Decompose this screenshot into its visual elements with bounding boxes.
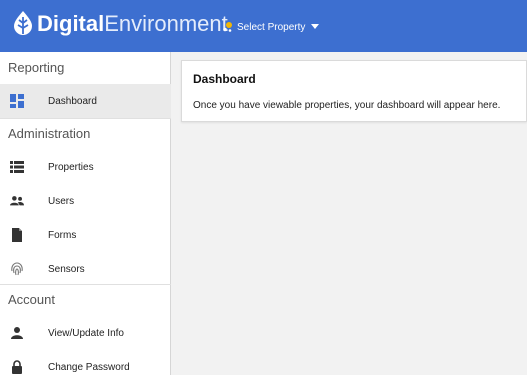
sidebar-item-label: Dashboard [48, 95, 97, 107]
sidebar-item-label: Change Password [48, 361, 130, 373]
sidebar-item-label: Properties [48, 161, 94, 173]
document-icon [12, 228, 22, 242]
section-heading-administration: Administration [8, 126, 91, 141]
sidebar-item-label: Users [48, 195, 75, 207]
section-heading-reporting: Reporting [8, 60, 65, 75]
sidebar-item-properties[interactable]: Properties [0, 150, 171, 184]
leaf-drop-icon[interactable] [12, 10, 34, 36]
sidebar-item-dashboard[interactable]: Dashboard [0, 84, 171, 118]
sidebar-item-sensors[interactable]: Sensors [0, 252, 171, 286]
sidebar-item-label: Forms [48, 229, 77, 241]
list-icon [10, 161, 24, 173]
app-brand[interactable]: DigitalEnvironment [37, 9, 228, 39]
select-property-dropdown[interactable]: Select Property [222, 19, 320, 35]
sidebar: Reporting Dashboard Administration Prope… [0, 52, 171, 375]
users-icon [10, 196, 24, 206]
section-heading-account: Account [8, 292, 55, 307]
person-icon [11, 327, 23, 339]
top-navbar: DigitalEnvironment Select Property [0, 0, 527, 52]
sidebar-item-label: Sensors [48, 263, 85, 275]
select-property-label: Select Property [237, 21, 306, 33]
chevron-down-icon [311, 24, 320, 29]
page-title: Dashboard [193, 72, 256, 86]
sidebar-item-view-update-info[interactable]: View/Update Info [0, 316, 171, 350]
sidebar-item-users[interactable]: Users [0, 184, 171, 218]
empty-state-message: Once you have viewable properties, your … [193, 100, 501, 111]
dashboard-icon [10, 94, 24, 108]
brand-bold-text: Digital [37, 11, 105, 36]
dashboard-card: Dashboard Once you have viewable propert… [181, 60, 527, 122]
property-pin-icon [223, 22, 232, 32]
sidebar-item-label: View/Update Info [48, 327, 124, 339]
sidebar-item-forms[interactable]: Forms [0, 218, 171, 252]
lock-icon [12, 360, 22, 374]
fingerprint-icon [11, 262, 23, 276]
brand-light-text: Environment [104, 11, 228, 36]
sidebar-item-change-password[interactable]: Change Password [0, 350, 171, 375]
